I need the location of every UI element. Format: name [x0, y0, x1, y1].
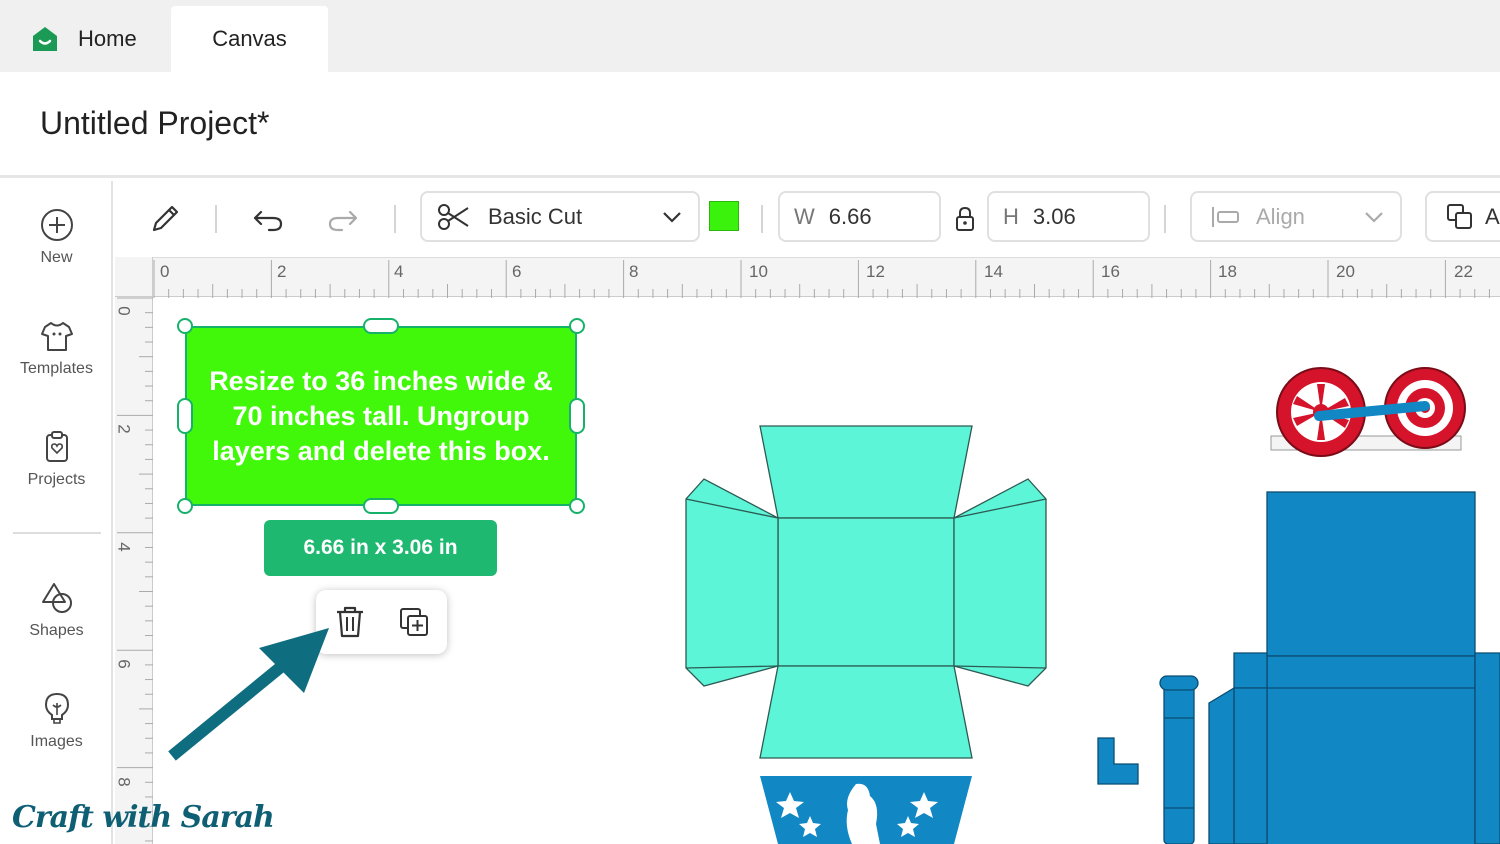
- pencil-icon: [152, 205, 179, 232]
- lock-icon: [956, 206, 974, 231]
- resize-handle[interactable]: [363, 498, 399, 514]
- plus-circle-icon: [40, 209, 73, 241]
- ruler-label: 0: [114, 306, 134, 316]
- toolbar-separator: [1164, 205, 1166, 233]
- align-label: Align: [1256, 203, 1305, 229]
- ruler-label: 8: [114, 777, 134, 787]
- edit-button[interactable]: [143, 197, 187, 241]
- sidebar-item-projects[interactable]: Projects: [0, 429, 113, 489]
- ruler-label: 4: [394, 262, 404, 281]
- selection-frame: [185, 326, 577, 506]
- align-select[interactable]: Align: [1190, 191, 1402, 242]
- redo-icon: [328, 210, 358, 232]
- align-left-icon: [1212, 206, 1239, 227]
- ruler-ticks-vertical: [117, 297, 153, 842]
- sidebar-item-shapes[interactable]: Shapes: [0, 580, 113, 640]
- operation-value: Basic Cut: [488, 203, 583, 229]
- ruler-label: 22: [1454, 262, 1473, 281]
- resize-handle[interactable]: [569, 318, 585, 334]
- undo-icon: [253, 210, 283, 232]
- ruler-label: 4: [114, 542, 134, 552]
- height-label: H: [1003, 203, 1019, 229]
- duplicate-button[interactable]: [392, 600, 436, 644]
- design-canvas[interactable]: Resize to 36 inches wide & 70 inches tal…: [154, 298, 1500, 844]
- color-swatch[interactable]: [709, 201, 739, 231]
- brand-watermark: Craft with Sarah: [12, 800, 275, 835]
- arrange-label: A: [1485, 203, 1500, 229]
- ruler-label: 10: [749, 262, 768, 281]
- sidebar-item-new[interactable]: New: [0, 207, 113, 267]
- arrange-icon: [1447, 203, 1472, 229]
- redo-button[interactable]: [321, 197, 365, 241]
- sidebar-divider: [13, 532, 101, 534]
- height-value: 3.06: [1032, 203, 1076, 229]
- lightbulb-icon: [44, 692, 69, 724]
- resize-handle[interactable]: [177, 318, 193, 334]
- wheels-template[interactable]: [1269, 366, 1469, 462]
- shapes-icon: [41, 583, 72, 613]
- blue-robot-template[interactable]: [1094, 488, 1500, 844]
- chevron-down-icon: [1365, 212, 1383, 223]
- sidebar-item-label: Shapes: [29, 622, 84, 639]
- tab-bar: Home Canvas: [0, 0, 1500, 72]
- tshirt-icon: [40, 322, 73, 351]
- ruler-label: 6: [512, 262, 522, 281]
- toolbar-separator: [215, 205, 217, 233]
- resize-handle[interactable]: [177, 398, 193, 434]
- resize-handle[interactable]: [569, 398, 585, 434]
- ruler-label: 2: [114, 424, 134, 434]
- sidebar-item-label: Images: [30, 733, 83, 750]
- pointer-arrow-annotation: [168, 628, 329, 761]
- ruler-label: 20: [1336, 262, 1355, 281]
- height-field[interactable]: H 3.06: [987, 191, 1150, 242]
- resize-handle[interactable]: [177, 498, 193, 514]
- toolbar-separator: [394, 205, 396, 233]
- tab-canvas-label: Canvas: [212, 26, 287, 51]
- project-title[interactable]: Untitled Project*: [40, 105, 269, 142]
- width-field[interactable]: W 6.66: [778, 191, 941, 242]
- operation-select[interactable]: Basic Cut: [420, 191, 700, 242]
- undo-button[interactable]: [246, 197, 290, 241]
- project-header: Untitled Project*: [0, 72, 1500, 178]
- ruler-label: 12: [866, 262, 885, 281]
- ruler-horizontal: 0 2 4 6 8 10 12 14 16 18 20 22: [115, 257, 1500, 298]
- size-badge: 6.66 in x 3.06 in: [264, 520, 497, 576]
- clipboard-heart-icon: [45, 431, 68, 462]
- sidebar-item-label: Templates: [20, 360, 93, 377]
- tab-home-label: Home: [78, 26, 137, 51]
- teal-box-template[interactable]: [684, 424, 1048, 844]
- sidebar-item-images[interactable]: Images: [0, 691, 113, 751]
- ruler-label: 6: [114, 659, 134, 669]
- duplicate-icon: [400, 608, 428, 636]
- sidebar-item-templates[interactable]: Templates: [0, 318, 113, 378]
- sidebar-item-label: New: [40, 249, 73, 266]
- ruler-label: 0: [160, 262, 170, 281]
- width-value: 6.66: [828, 203, 872, 229]
- resize-handle[interactable]: [363, 318, 399, 334]
- width-label: W: [794, 203, 815, 229]
- ruler-label: 14: [984, 262, 1003, 281]
- home-icon: [33, 27, 57, 51]
- ruler-label: 2: [277, 262, 287, 281]
- tab-home[interactable]: Home: [0, 6, 170, 72]
- ruler-ticks-horizontal: [153, 260, 1490, 298]
- sidebar-item-label: Projects: [27, 471, 86, 488]
- ruler-vertical: 0 2 4 6 8: [115, 297, 153, 844]
- lock-aspect-button[interactable]: [943, 197, 987, 241]
- toolbar-separator: [761, 205, 763, 233]
- resize-handle[interactable]: [569, 498, 585, 514]
- ruler-label: 8: [629, 262, 639, 281]
- arrange-select[interactable]: A: [1425, 191, 1500, 242]
- ruler-label: 18: [1218, 262, 1237, 281]
- ruler-label: 16: [1101, 262, 1120, 281]
- chevron-down-icon: [663, 212, 681, 223]
- ruler-corner: [115, 257, 153, 297]
- left-sidebar: New Templates Projects Shapes Images: [0, 181, 113, 844]
- edit-toolbar: Basic Cut W 6.66 H 3.06 Align A: [115, 181, 1500, 257]
- scissors-icon: [438, 203, 469, 230]
- tab-canvas[interactable]: Canvas: [171, 6, 328, 72]
